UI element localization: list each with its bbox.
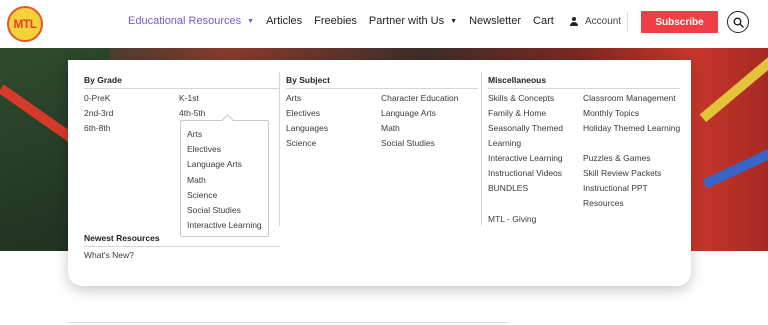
misc-link-instructional-ppt[interactable]: Instructional PPT: [583, 183, 648, 193]
misc-link-instructional-ppt-cont[interactable]: Resources: [583, 198, 624, 208]
misc-link-seasonally-themed-cont[interactable]: Learning: [488, 138, 521, 148]
nav-articles[interactable]: Articles: [266, 15, 302, 27]
by-subject-heading: By Subject: [286, 75, 478, 89]
grade-link-6th-8th[interactable]: 6th-8th: [84, 123, 110, 133]
misc-link-skill-review-packets[interactable]: Skill Review Packets: [583, 168, 661, 178]
pencil-image: [702, 137, 768, 189]
chevron-down-icon: ▼: [247, 17, 255, 25]
submenu-item-math[interactable]: Math: [187, 175, 206, 185]
grade-link-0-prek[interactable]: 0-PreK: [84, 93, 110, 103]
nav-label: Articles: [266, 15, 303, 27]
whats-new-link[interactable]: What's New?: [84, 250, 134, 260]
divider: [68, 322, 508, 323]
account-link[interactable]: Account: [570, 16, 621, 27]
mega-menu: By Grade 0-PreK 2nd-3rd 6th-8th K-1st 4t…: [68, 60, 691, 286]
nav-label: Educational Resources: [128, 15, 242, 27]
submenu-item-interactive-learning[interactable]: Interactive Learning: [187, 220, 262, 230]
subject-link-social-studies[interactable]: Social Studies: [381, 138, 435, 148]
logo-text: MTL: [13, 17, 37, 31]
person-icon: [570, 17, 578, 26]
submenu-item-science[interactable]: Science: [187, 190, 217, 200]
nav-label: Cart: [533, 15, 554, 27]
subscribe-button[interactable]: Subscribe: [641, 11, 718, 33]
subject-link-electives[interactable]: Electives: [286, 108, 320, 118]
submenu-item-arts[interactable]: Arts: [187, 129, 202, 139]
subject-link-character-education[interactable]: Character Education: [381, 93, 459, 103]
miscellaneous-heading: Miscellaneous: [488, 75, 680, 89]
grade-link-2nd-3rd[interactable]: 2nd-3rd: [84, 108, 113, 118]
nav-newsletter[interactable]: Newsletter: [469, 15, 521, 27]
misc-link-bundles[interactable]: BUNDLES: [488, 183, 528, 193]
search-button[interactable]: [727, 11, 749, 33]
chevron-down-icon: ▼: [450, 17, 458, 25]
nav-label: Partner with Us: [368, 15, 445, 27]
header-divider: [627, 12, 628, 32]
search-icon: [733, 17, 744, 28]
nav-educational-resources[interactable]: Educational Resources ▼: [128, 15, 254, 27]
by-grade-heading: By Grade: [84, 75, 280, 89]
main-nav: Educational Resources ▼ Articles Freebie…: [128, 15, 566, 27]
column-divider: [481, 72, 482, 226]
nav-partner-with-us[interactable]: Partner with Us ▼: [369, 15, 457, 27]
nav-label: Freebies: [314, 15, 357, 27]
misc-link-family-home[interactable]: Family & Home: [488, 108, 546, 118]
misc-link-skills-concepts[interactable]: Skills & Concepts: [488, 93, 554, 103]
misc-link-puzzles-games[interactable]: Puzzles & Games: [583, 153, 651, 163]
misc-link-monthly-topics[interactable]: Monthly Topics: [583, 108, 639, 118]
subject-link-language-arts[interactable]: Language Arts: [381, 108, 436, 118]
misc-link-mtl-giving[interactable]: MTL - Giving: [488, 214, 536, 224]
subject-link-languages[interactable]: Languages: [286, 123, 328, 133]
nav-cart[interactable]: Cart: [533, 15, 554, 27]
misc-link-instructional-videos[interactable]: Instructional Videos: [488, 168, 562, 178]
subject-link-science[interactable]: Science: [286, 138, 316, 148]
pencil-image: [699, 43, 768, 123]
misc-link-classroom-management[interactable]: Classroom Management: [583, 93, 676, 103]
misc-link-interactive-learning[interactable]: Interactive Learning: [488, 153, 563, 163]
grade-link-k-1st[interactable]: K-1st: [179, 93, 199, 103]
grade-submenu: Arts Electives Language Arts Math Scienc…: [180, 120, 269, 237]
subject-link-arts[interactable]: Arts: [286, 93, 301, 103]
submenu-item-social-studies[interactable]: Social Studies: [187, 205, 241, 215]
nav-label: Newsletter: [469, 15, 522, 27]
subject-link-math[interactable]: Math: [381, 123, 400, 133]
submenu-item-language-arts[interactable]: Language Arts: [187, 159, 242, 169]
column-divider: [279, 72, 280, 226]
grade-link-4th-5th[interactable]: 4th-5th: [179, 108, 205, 118]
site-header: MTL Educational Resources ▼ Articles Fre…: [0, 0, 768, 48]
account-label: Account: [585, 16, 622, 27]
misc-link-holiday-themed-learning[interactable]: Holiday Themed Learning: [583, 123, 680, 133]
subscribe-label: Subscribe: [655, 16, 704, 28]
nav-freebies[interactable]: Freebies: [314, 15, 357, 27]
site-logo[interactable]: MTL: [7, 6, 43, 42]
misc-link-seasonally-themed[interactable]: Seasonally Themed: [488, 123, 563, 133]
submenu-item-electives[interactable]: Electives: [187, 144, 221, 154]
